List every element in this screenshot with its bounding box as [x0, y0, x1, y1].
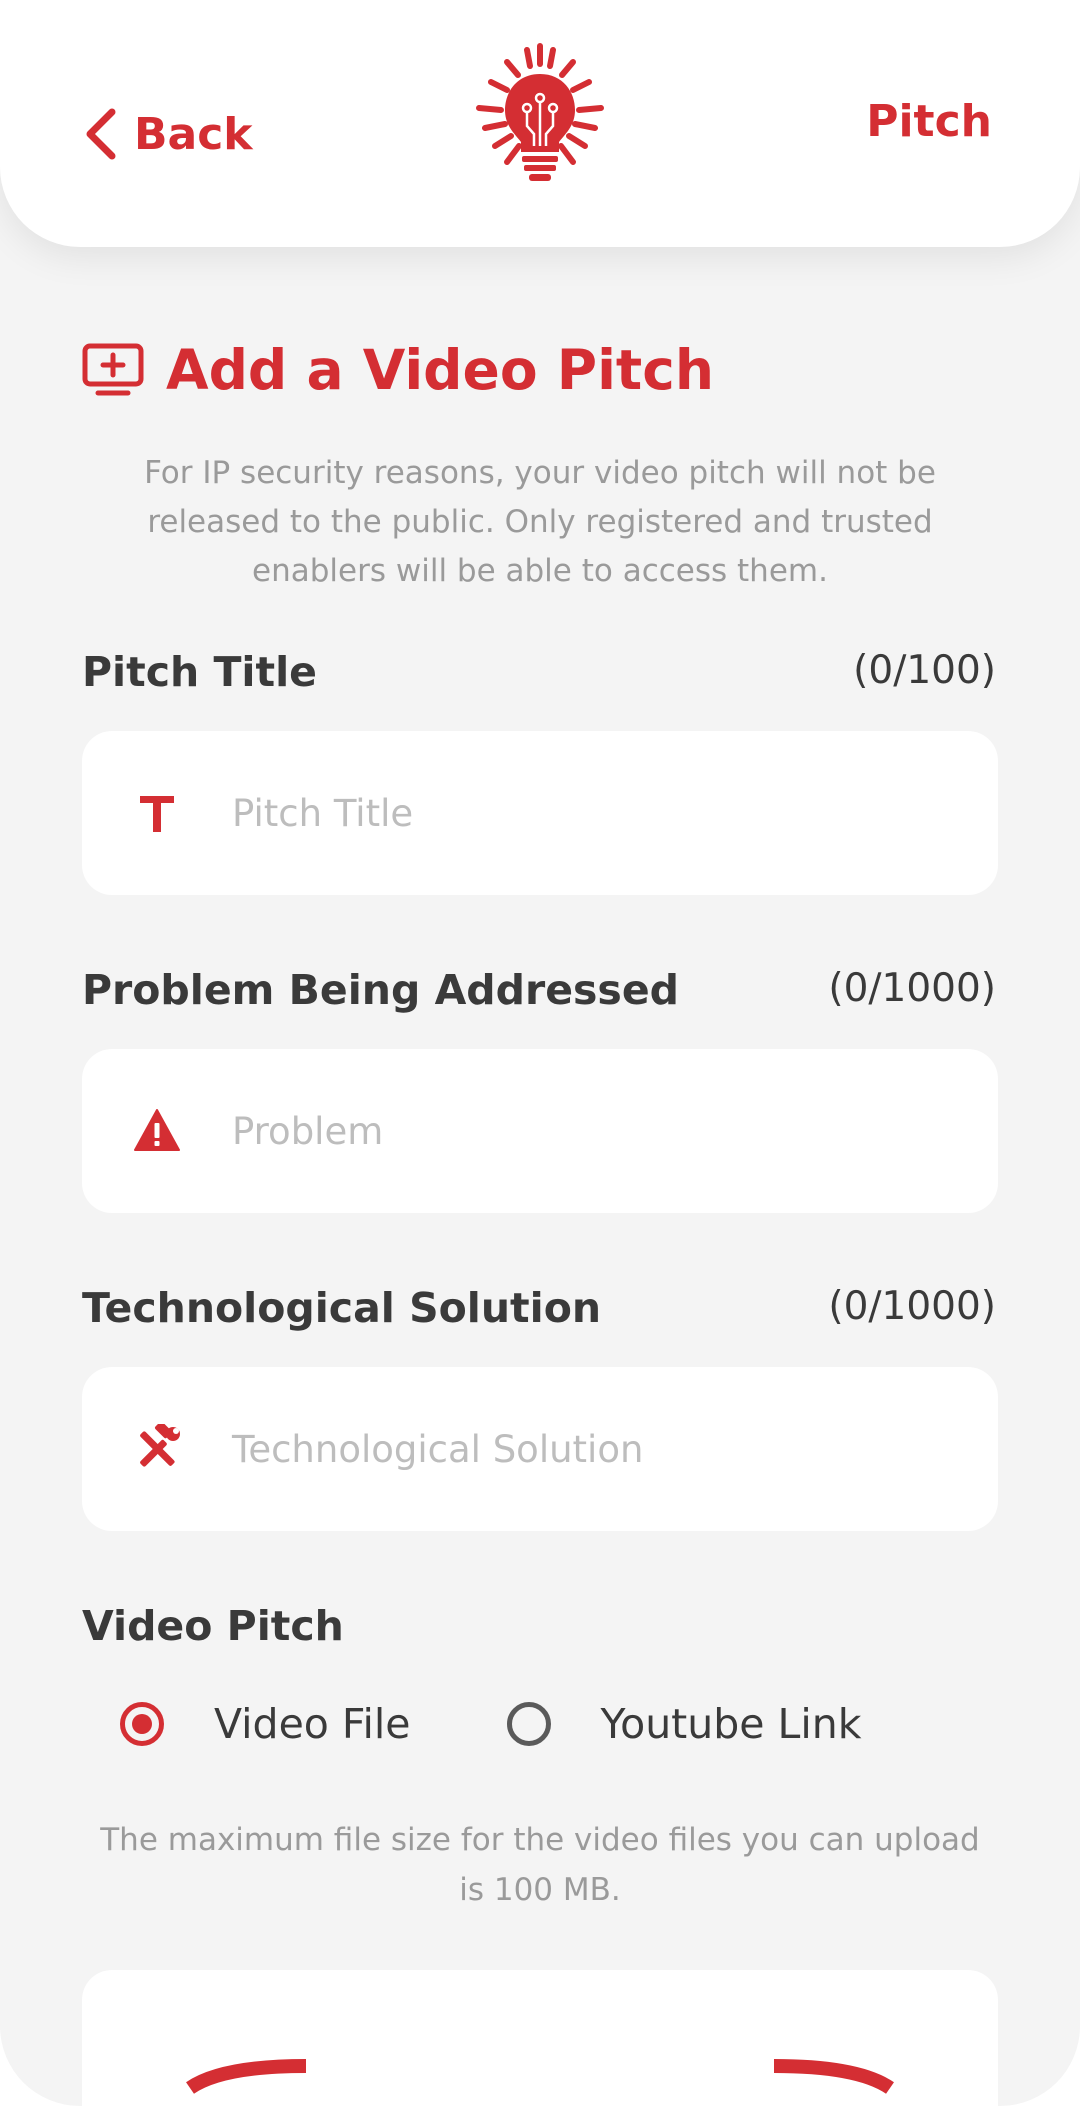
pitch-link[interactable]: Pitch — [866, 96, 992, 147]
lightbulb-circuit-icon — [476, 43, 604, 181]
radio-video-file[interactable]: Video File — [120, 1700, 411, 1748]
warning-icon — [134, 1109, 180, 1151]
file-size-note: The maximum file size for the video file… — [100, 1822, 980, 1908]
solution-input[interactable]: Technological Solution — [82, 1367, 998, 1531]
problem-label: Problem Being Addressed — [82, 966, 679, 1014]
video-upload-area[interactable] — [82, 1970, 998, 2106]
pitch-title-count: (0/100) — [853, 648, 996, 693]
pitch-title-input[interactable]: Pitch Title — [82, 731, 998, 895]
security-notice: For IP security reasons, your video pitc… — [144, 455, 936, 589]
pitch-title-placeholder: Pitch Title — [232, 791, 414, 835]
chevron-left-icon — [86, 108, 116, 160]
header: Back Pitch — [0, 0, 1080, 247]
tools-icon — [140, 1424, 180, 1467]
radio-video-file-label: Video File — [214, 1700, 411, 1748]
screen: Back Pitch Add a Video Pitch For IP secu… — [0, 0, 1080, 2106]
radio-youtube-link-label: Youtube Link — [600, 1700, 862, 1748]
problem-count: (0/1000) — [828, 966, 996, 1011]
solution-label: Technological Solution — [82, 1284, 602, 1332]
solution-placeholder: Technological Solution — [232, 1427, 644, 1471]
radio-selected-icon — [120, 1702, 164, 1746]
add-video-icon — [82, 343, 144, 396]
back-button[interactable]: Back — [84, 104, 253, 164]
section-title: Add a Video Pitch — [82, 338, 714, 402]
solution-count: (0/1000) — [828, 1284, 996, 1329]
page-title: Add a Video Pitch — [166, 338, 714, 402]
video-source-radio-group: Video File Youtube Link — [120, 1700, 862, 1748]
back-label: Back — [134, 108, 253, 160]
radio-youtube-link[interactable]: Youtube Link — [506, 1700, 862, 1748]
upload-frame-icon — [186, 2059, 894, 2094]
text-t-icon — [140, 796, 174, 832]
problem-input[interactable]: Problem — [82, 1049, 998, 1213]
problem-placeholder: Problem — [232, 1109, 384, 1153]
pitch-title-label: Pitch Title — [82, 648, 317, 696]
video-pitch-label: Video Pitch — [82, 1602, 344, 1650]
radio-unselected-icon — [506, 1702, 551, 1746]
